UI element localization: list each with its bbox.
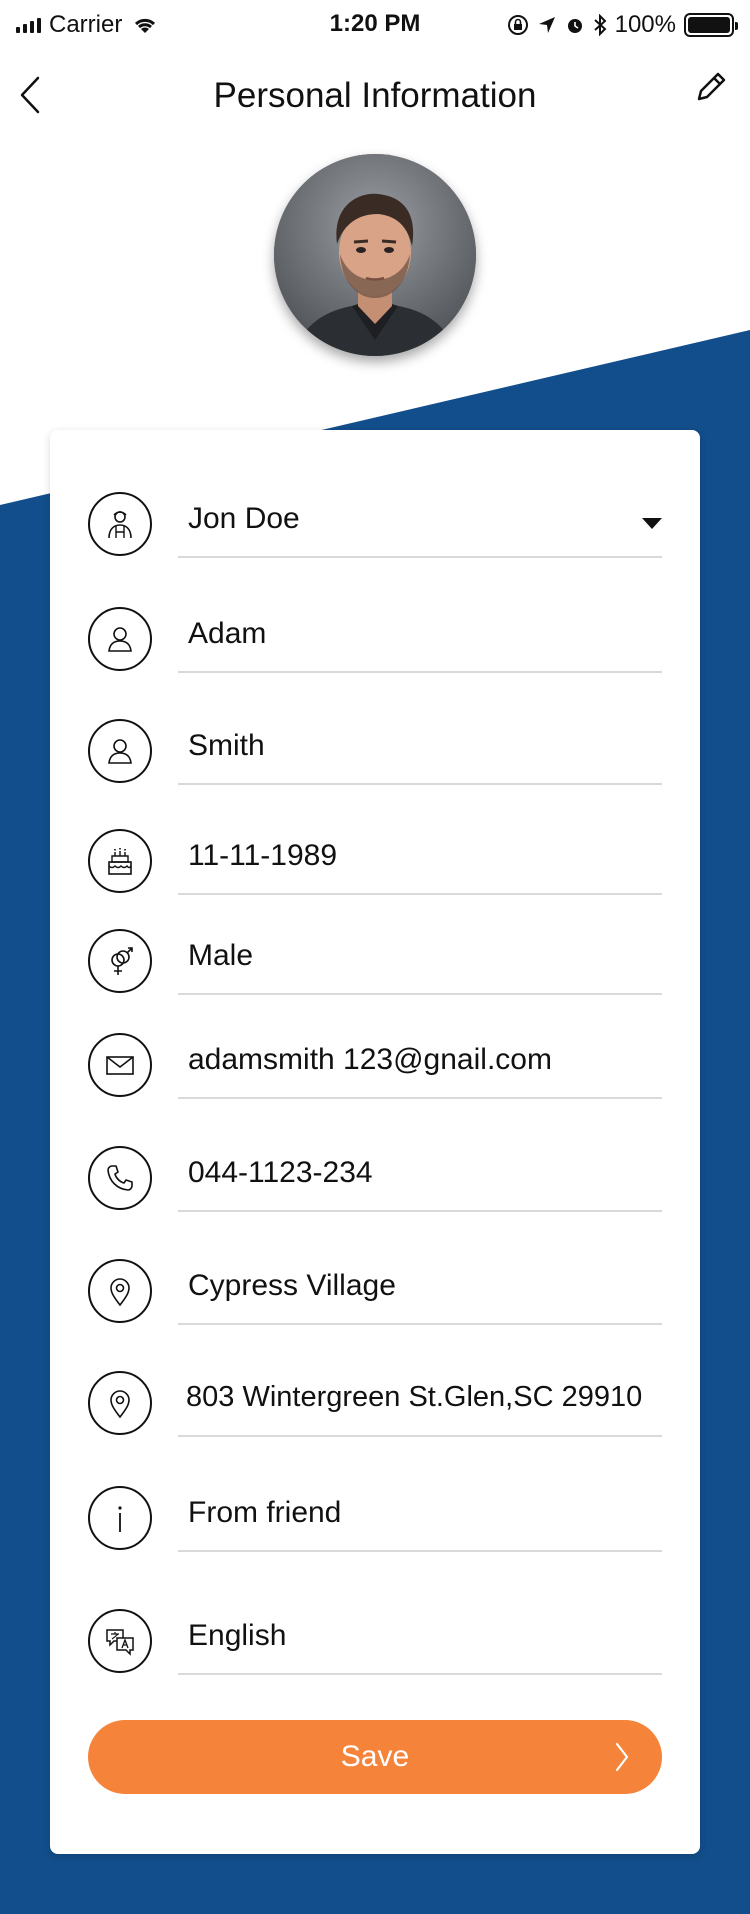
- orientation-lock-icon: [507, 15, 528, 35]
- language-field[interactable]: English: [178, 1609, 662, 1675]
- location-arrow-icon: [538, 17, 555, 33]
- birthday-field[interactable]: 11-11-1989: [178, 829, 662, 895]
- phone-value: 044-1123-234: [188, 1156, 373, 1189]
- personal-info-card: Save Jon Doe Adam Smith 11-11-1989 Male adams…: [50, 430, 700, 1854]
- page-title: Personal Information: [213, 76, 537, 115]
- birthday-value: 11-11-1989: [188, 839, 338, 872]
- save-button-label: Save: [340, 1740, 410, 1773]
- bluetooth-icon: [593, 14, 607, 36]
- battery-icon: [684, 13, 738, 37]
- pencil-icon[interactable]: [694, 68, 730, 104]
- battery-percentage: 100%: [614, 11, 676, 38]
- gender-value: Male: [188, 939, 254, 972]
- gender-icon: [88, 929, 152, 993]
- address-value: 803 Wintergreen St.Glen,SC 29910: [186, 1381, 643, 1413]
- info-icon: [88, 1486, 152, 1550]
- form-row-language: English: [88, 1609, 662, 1675]
- phone-field[interactable]: 044-1123-234: [178, 1146, 662, 1212]
- first-name-value: Adam: [188, 617, 267, 650]
- translate-icon: [88, 1609, 152, 1673]
- form-row-birthday: 11-11-1989: [88, 829, 662, 895]
- caret-down-icon[interactable]: [642, 518, 662, 529]
- city-field[interactable]: Cypress Village: [178, 1259, 662, 1325]
- last-name-field[interactable]: Smith: [178, 719, 662, 785]
- email-value: adamsmith 123@gnail.com: [188, 1043, 552, 1076]
- form-row-address: 803 Wintergreen St.Glen,SC 29910: [88, 1371, 662, 1437]
- referral-value: From friend: [188, 1496, 342, 1529]
- form-row-role: Jon Doe: [88, 492, 662, 558]
- form-row-last-name: Smith: [88, 719, 662, 785]
- last-name-value: Smith: [188, 729, 265, 762]
- address-field[interactable]: 803 Wintergreen St.Glen,SC 29910: [178, 1371, 662, 1437]
- role-value: Jon Doe: [188, 502, 300, 535]
- gender-field[interactable]: Male: [178, 929, 662, 995]
- first-name-field[interactable]: Adam: [178, 607, 662, 673]
- referral-field[interactable]: From friend: [178, 1486, 662, 1552]
- worker-icon: [88, 492, 152, 556]
- email-field[interactable]: adamsmith 123@gnail.com: [178, 1033, 662, 1099]
- status-bar: Carrier 1:20 PM 100%: [0, 0, 750, 50]
- cake-icon: [88, 829, 152, 893]
- form-row-gender: Male: [88, 929, 662, 995]
- chevron-right-icon: [615, 1742, 629, 1772]
- form-row-phone: 044-1123-234: [88, 1146, 662, 1212]
- phone-icon: [88, 1146, 152, 1210]
- city-value: Cypress Village: [188, 1269, 396, 1302]
- location-pin-icon: [88, 1259, 152, 1323]
- role-dropdown[interactable]: Jon Doe: [178, 492, 662, 558]
- form-row-city: Cypress Village: [88, 1259, 662, 1325]
- user-icon: [88, 719, 152, 783]
- user-icon: [88, 607, 152, 671]
- envelope-icon: [88, 1033, 152, 1097]
- form-row-referral: From friend: [88, 1486, 662, 1552]
- location-pin-icon: [88, 1371, 152, 1435]
- alarm-icon: [567, 19, 582, 33]
- save-button[interactable]: Save: [88, 1720, 662, 1794]
- form-row-email: adamsmith 123@gnail.com: [88, 1033, 662, 1099]
- form-row-first-name: Adam: [88, 607, 662, 673]
- language-value: English: [188, 1619, 287, 1652]
- avatar[interactable]: [274, 154, 476, 356]
